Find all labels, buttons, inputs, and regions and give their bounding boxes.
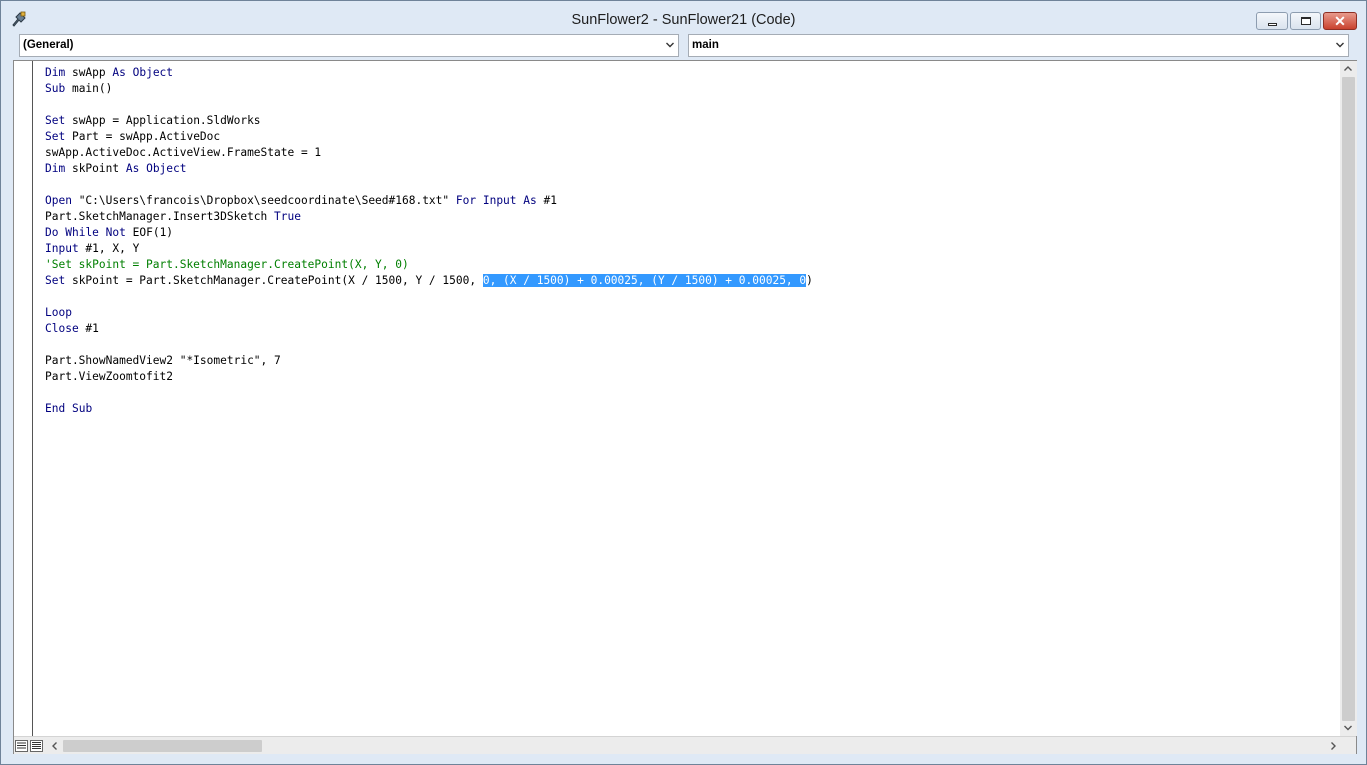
- code-line[interactable]: Open "C:\Users\francois\Dropbox\seedcoor…: [45, 193, 813, 209]
- code-line[interactable]: End Sub: [45, 401, 813, 417]
- code-keyword: Sub: [71, 402, 93, 415]
- code-keyword: Do: [45, 226, 59, 239]
- code-token: Part.SketchManager.Insert3DSketch: [45, 210, 275, 223]
- procedure-dropdown[interactable]: main: [688, 34, 1349, 57]
- code-line[interactable]: Input #1, X, Y: [45, 241, 813, 257]
- code-line[interactable]: swApp.ActiveDoc.ActiveView.FrameState = …: [45, 145, 813, 161]
- code-keyword: Input: [482, 194, 517, 207]
- code-keyword: Close: [45, 322, 79, 335]
- code-line[interactable]: Part.SketchManager.Insert3DSketch True: [45, 209, 813, 225]
- code-line[interactable]: Sub main(): [45, 81, 813, 97]
- code-line[interactable]: Dim swApp As Object: [45, 65, 813, 81]
- code-token: swApp.ActiveDoc.ActiveView.FrameState = …: [45, 146, 322, 159]
- code-line[interactable]: Part.ViewZoomtofit2: [45, 369, 813, 385]
- code-line[interactable]: [45, 385, 813, 401]
- procedure-dropdown-value: main: [692, 39, 719, 51]
- code-token: main(): [65, 82, 113, 95]
- code-line[interactable]: [45, 177, 813, 193]
- maximize-icon: [1300, 17, 1311, 25]
- maximize-button[interactable]: [1290, 12, 1321, 30]
- code-token: EOF(1): [125, 226, 174, 239]
- code-line[interactable]: Set skPoint = Part.SketchManager.CreateP…: [45, 273, 813, 289]
- code-line[interactable]: Dim skPoint As Object: [45, 161, 813, 177]
- code-token: Part.ShowNamedView2 "*Isometric", 7: [45, 354, 281, 367]
- code-editor[interactable]: Dim swApp As Object Sub main() Set swApp =…: [13, 60, 1357, 754]
- code-token: Part = swApp.ActiveDoc: [65, 130, 221, 143]
- code-keyword: For: [455, 194, 477, 207]
- code-keyword: Set: [45, 114, 66, 127]
- horizontal-scrollbar[interactable]: [14, 736, 1356, 754]
- horizontal-scroll-thumb[interactable]: [63, 740, 262, 752]
- code-token: Part.ViewZoomtofit2: [45, 370, 173, 383]
- code-line[interactable]: Close #1: [45, 321, 813, 337]
- code-line[interactable]: 'Set skPoint = Part.SketchManager.Create…: [45, 257, 813, 273]
- minimize-icon: [1267, 22, 1277, 26]
- code-token: skPoint: [65, 162, 126, 175]
- title-bar[interactable]: SunFlower2 - SunFlower21 (Code) ✕: [1, 1, 1366, 34]
- code-keyword: Set: [45, 130, 66, 143]
- code-keyword: As: [112, 66, 126, 79]
- code-keyword: Not: [105, 226, 126, 239]
- code-window: SunFlower2 - SunFlower21 (Code) ✕ (Gener…: [0, 0, 1367, 765]
- chevron-up-icon[interactable]: [1343, 64, 1353, 74]
- code-token: #1, X, Y: [78, 242, 140, 255]
- code-line[interactable]: Loop: [45, 305, 813, 321]
- code-line[interactable]: Set swApp = Application.SldWorks: [45, 113, 813, 129]
- code-keyword: Dim: [45, 162, 66, 175]
- code-keyword: As: [523, 194, 537, 207]
- vertical-scrollbar[interactable]: [1340, 61, 1357, 736]
- code-line[interactable]: Set Part = swApp.ActiveDoc: [45, 129, 813, 145]
- chevron-down-icon[interactable]: [1335, 40, 1345, 50]
- close-icon: ✕: [1334, 13, 1346, 29]
- code-keyword: Open: [45, 194, 72, 207]
- code-line[interactable]: Part.ShowNamedView2 "*Isometric", 7: [45, 353, 813, 369]
- code-token: #1: [536, 194, 557, 207]
- code-keyword: True: [274, 210, 301, 223]
- code-keyword: End: [45, 402, 66, 415]
- code-keyword: Object: [146, 162, 187, 175]
- code-keyword: Sub: [45, 82, 66, 95]
- margin-indicator-bar[interactable]: [14, 61, 33, 736]
- code-line[interactable]: Do While Not EOF(1): [45, 225, 813, 241]
- code-keyword: While: [65, 226, 99, 239]
- code-keyword: Set: [45, 274, 66, 287]
- selected-text: 0, (X / 1500) + 0.00025, (Y / 1500) + 0.…: [482, 274, 807, 287]
- code-text[interactable]: Dim swApp As Object Sub main() Set swApp =…: [45, 65, 813, 417]
- close-button[interactable]: ✕: [1323, 12, 1357, 30]
- code-keyword: As: [125, 162, 140, 175]
- full-module-view-icon[interactable]: [30, 740, 43, 752]
- code-token: #1: [78, 322, 99, 335]
- chevron-down-icon[interactable]: [665, 40, 675, 50]
- code-line[interactable]: [45, 337, 813, 353]
- object-dropdown[interactable]: (General): [19, 34, 679, 57]
- code-token: swApp: [65, 66, 113, 79]
- object-dropdown-value: (General): [23, 39, 74, 51]
- code-line[interactable]: [45, 97, 813, 113]
- code-token: swApp = Application.SldWorks: [65, 114, 261, 127]
- code-token: "C:\Users\francois\Dropbox\seedcoordinat…: [71, 194, 456, 207]
- code-token: skPoint = Part.SketchManager.CreatePoint…: [65, 274, 483, 287]
- procedure-view-icon[interactable]: [15, 740, 28, 752]
- code-keyword: Input: [45, 242, 79, 255]
- window-title: SunFlower2 - SunFlower21 (Code): [571, 12, 796, 28]
- code-keyword: Loop: [45, 306, 72, 319]
- code-keyword: Dim: [45, 66, 66, 79]
- code-line[interactable]: [45, 289, 813, 305]
- chevron-right-icon[interactable]: [1328, 741, 1338, 751]
- chevron-left-icon[interactable]: [50, 741, 60, 751]
- chevron-down-icon[interactable]: [1343, 723, 1353, 733]
- code-token: ): [806, 274, 813, 287]
- minimize-button[interactable]: [1256, 12, 1288, 30]
- code-keyword: Object: [132, 66, 174, 79]
- code-comment: 'Set skPoint = Part.SketchManager.Create…: [45, 258, 409, 271]
- vertical-scroll-thumb[interactable]: [1342, 77, 1355, 721]
